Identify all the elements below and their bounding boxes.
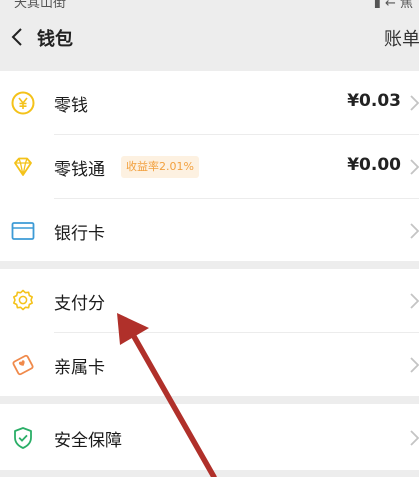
service-row-label: 亲属卡 — [54, 358, 105, 378]
chevron-right-icon — [410, 430, 419, 446]
chevron-right-icon — [410, 223, 419, 239]
shield-check-icon — [14, 427, 32, 449]
security-row-label: 安全保障 — [54, 431, 122, 451]
wallet-row-bank-card[interactable]: 银行卡 — [0, 199, 419, 262]
service-row-label: 支付分 — [54, 294, 105, 314]
wallet-row-label: 零钱 — [54, 96, 88, 116]
yen-coin-icon — [11, 91, 35, 115]
bank-card-icon — [11, 222, 35, 240]
back-arrow-icon[interactable] — [6, 22, 30, 52]
wallet-row-label: 零钱通 — [54, 160, 105, 180]
status-bar-right: ▮ ← 焦 — [373, 0, 413, 8]
wallet-group: 零钱 ¥0.03 零钱通 收益率2.01% ¥0.00 银行卡 — [0, 71, 419, 261]
services-group: 支付分 亲属卡 — [0, 269, 419, 396]
page-title: 钱包 — [37, 29, 73, 50]
wallet-row-label: 银行卡 — [54, 224, 105, 244]
chevron-right-icon — [410, 357, 419, 373]
diamond-icon — [14, 157, 32, 176]
yield-badge: 收益率2.01% — [121, 156, 199, 178]
balance-value: ¥0.00 — [347, 155, 401, 175]
service-row-family-card[interactable]: 亲属卡 — [0, 333, 419, 396]
family-card-icon — [12, 354, 34, 376]
status-bar-left: 天其山街 — [14, 0, 67, 8]
chevron-right-icon — [410, 159, 419, 175]
balance-value: ¥0.03 — [347, 91, 401, 111]
bill-link[interactable]: 账单 — [384, 25, 419, 51]
status-bar: 天其山街 ▮ ← 焦 — [0, 0, 419, 8]
wallet-row-lqt[interactable]: 零钱通 收益率2.01% ¥0.00 — [0, 135, 419, 198]
bottom-strip — [0, 470, 419, 477]
payscore-badge-icon — [13, 289, 33, 311]
chevron-right-icon — [410, 95, 419, 111]
security-row[interactable]: 安全保障 — [0, 406, 419, 469]
wallet-row-change[interactable]: 零钱 ¥0.03 — [0, 71, 419, 134]
security-group: 安全保障 — [0, 404, 419, 470]
service-row-payscore[interactable]: 支付分 — [0, 269, 419, 332]
chevron-right-icon — [410, 293, 419, 309]
nav-bar: 钱包 账单 — [0, 8, 419, 66]
